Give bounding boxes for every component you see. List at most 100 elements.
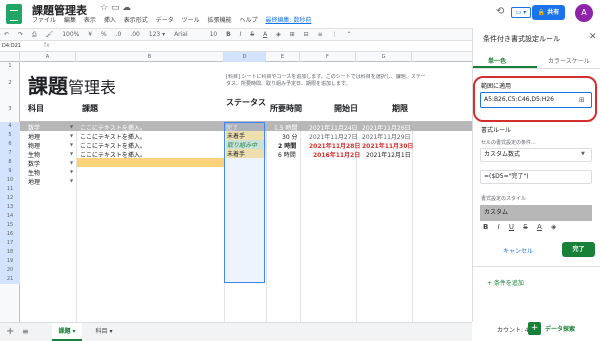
folder-icon[interactable]: ▭	[111, 3, 120, 13]
cell-start[interactable]: 2021年11月27日	[309, 132, 358, 141]
cell-subject[interactable]: 地理	[28, 177, 40, 186]
chevron-down-icon[interactable]: ▼	[70, 151, 73, 156]
cancel-button[interactable]: キャンセル	[503, 246, 533, 255]
menu-data[interactable]: データ	[156, 17, 174, 24]
cell-subject[interactable]: 物理	[28, 141, 40, 150]
strikethrough-button[interactable]: S	[250, 31, 254, 38]
percent-button[interactable]: %	[101, 31, 107, 38]
print-icon[interactable]: ⎙	[32, 31, 37, 38]
style-preview[interactable]: カスタム	[480, 205, 592, 221]
borders-icon[interactable]: ⊞	[290, 31, 295, 38]
row-header[interactable]: 15	[0, 221, 20, 230]
sheet-grid[interactable]: 課題管理表 [科目] シートに科目やコースを追加します。このシートでは科目を選択…	[20, 62, 472, 322]
name-box[interactable]: D4:D21	[2, 41, 21, 51]
redo-icon[interactable]: ↷	[18, 31, 23, 38]
merge-icon[interactable]: ⊟	[304, 31, 309, 38]
cloud-icon[interactable]: ☁	[122, 3, 131, 13]
row-header[interactable]: 11	[0, 185, 20, 194]
explore-icon[interactable]: +	[528, 322, 541, 335]
row-header[interactable]: 21	[0, 275, 20, 284]
chevron-down-icon[interactable]: ▼	[70, 178, 73, 183]
explore-button[interactable]: データ探索	[545, 324, 575, 333]
sheets-logo-icon[interactable]	[6, 4, 22, 24]
row-header[interactable]: 2	[0, 70, 20, 96]
selected-range[interactable]	[224, 122, 265, 283]
fill-color-icon[interactable]: ◈	[276, 31, 281, 38]
star-icon[interactable]: ☆	[100, 3, 108, 13]
decimal-decrease-button[interactable]: .0	[116, 31, 122, 38]
column-header-d[interactable]: D	[224, 52, 266, 62]
cell-time[interactable]: 6 時間	[278, 150, 296, 159]
highlighted-cell[interactable]	[77, 158, 224, 167]
present-button[interactable]: ▭ ▾	[511, 7, 531, 18]
row-header[interactable]: 8	[0, 158, 20, 167]
close-icon[interactable]: ✕	[589, 32, 597, 42]
tab-kamoku[interactable]: 科目 ▾	[90, 323, 118, 341]
font-select[interactable]: Arial	[174, 31, 188, 38]
cell-start[interactable]: 2016年11月2日	[313, 150, 360, 159]
cell-due[interactable]: 2021年11月30日	[362, 141, 413, 150]
text-color-button[interactable]: A	[537, 223, 542, 231]
menu-insert[interactable]: 挿入	[104, 17, 116, 24]
row-header[interactable]: 4	[0, 122, 20, 131]
italic-button[interactable]: I	[240, 31, 242, 38]
row-header[interactable]: 1	[0, 62, 20, 70]
done-button[interactable]: 完了	[562, 242, 595, 257]
number-format-button[interactable]: 123 ▾	[149, 31, 165, 38]
row-header[interactable]: 20	[0, 266, 20, 275]
undo-icon[interactable]: ↶	[4, 31, 9, 38]
add-sheet-button[interactable]: +	[6, 326, 14, 337]
cell-due[interactable]: 2021年11月29日	[362, 132, 411, 141]
cell-time[interactable]: 30 分	[282, 132, 298, 141]
row-header[interactable]: 16	[0, 230, 20, 239]
row-header[interactable]: 17	[0, 239, 20, 248]
fill-color-icon[interactable]: ◈	[551, 223, 556, 231]
row-header[interactable]: 5	[0, 131, 20, 140]
condition-select[interactable]: カスタム数式	[480, 148, 592, 162]
italic-button[interactable]: I	[498, 223, 500, 231]
cell-time[interactable]: 1.5 時間	[274, 123, 297, 132]
row-header[interactable]: 14	[0, 212, 20, 221]
share-button[interactable]: 🔒 共有	[532, 5, 565, 20]
cell-start[interactable]: 2021年11月28日	[309, 141, 360, 150]
column-header-b[interactable]: B	[76, 52, 224, 62]
row-header[interactable]: 3	[0, 96, 20, 122]
tab-kadai[interactable]: 課題 ▾	[52, 323, 82, 341]
avatar[interactable]: A	[575, 4, 593, 22]
row-header[interactable]: 13	[0, 203, 20, 212]
row-header[interactable]: 19	[0, 257, 20, 266]
row-header[interactable]: 6	[0, 140, 20, 149]
cell-subject[interactable]: 生物	[28, 150, 40, 159]
row-header[interactable]: 9	[0, 167, 20, 176]
more-icon[interactable]: ⋮	[332, 31, 338, 38]
bold-button[interactable]: B	[483, 223, 488, 231]
bold-button[interactable]: B	[226, 31, 231, 38]
zoom-select[interactable]: 100%	[62, 31, 79, 38]
count-status[interactable]: カウント: 4	[497, 325, 529, 334]
formula-input[interactable]: =($D5="完了")	[480, 170, 592, 184]
column-header-f[interactable]: F	[300, 52, 356, 62]
column-header-g[interactable]: G	[356, 52, 412, 62]
last-edit-link[interactable]: 最終編集: 数秒前	[265, 17, 311, 24]
decimal-increase-button[interactable]: .00	[130, 31, 140, 38]
align-icon[interactable]: ≡	[318, 31, 323, 38]
menu-format[interactable]: 表示形式	[124, 17, 148, 24]
text-color-button[interactable]: A	[263, 31, 267, 38]
cell-task[interactable]: ここにテキストを挿入。	[80, 132, 146, 141]
cell-task[interactable]: ここにテキストを挿入。	[80, 123, 146, 132]
corner-cell[interactable]	[0, 52, 20, 62]
collapse-icon[interactable]: ⌃	[346, 31, 351, 38]
chevron-down-icon[interactable]: ▼	[70, 133, 73, 138]
cell-due[interactable]: 2021年12月1日	[366, 150, 411, 159]
menu-file[interactable]: ファイル	[32, 17, 56, 24]
menu-help[interactable]: ヘルプ	[240, 17, 258, 24]
tab-color-scale[interactable]: カラースケール	[548, 56, 590, 65]
cell-time[interactable]: 2 時間	[278, 141, 296, 150]
menu-view[interactable]: 表示	[84, 17, 96, 24]
cell-task[interactable]: ここにテキストを挿入。	[80, 141, 146, 150]
row-header[interactable]: 10	[0, 176, 20, 185]
all-sheets-button[interactable]: ≡	[22, 327, 29, 336]
row-header[interactable]: 7	[0, 149, 20, 158]
underline-button[interactable]: U	[509, 223, 514, 231]
cell-subject[interactable]: 地理	[28, 132, 40, 141]
